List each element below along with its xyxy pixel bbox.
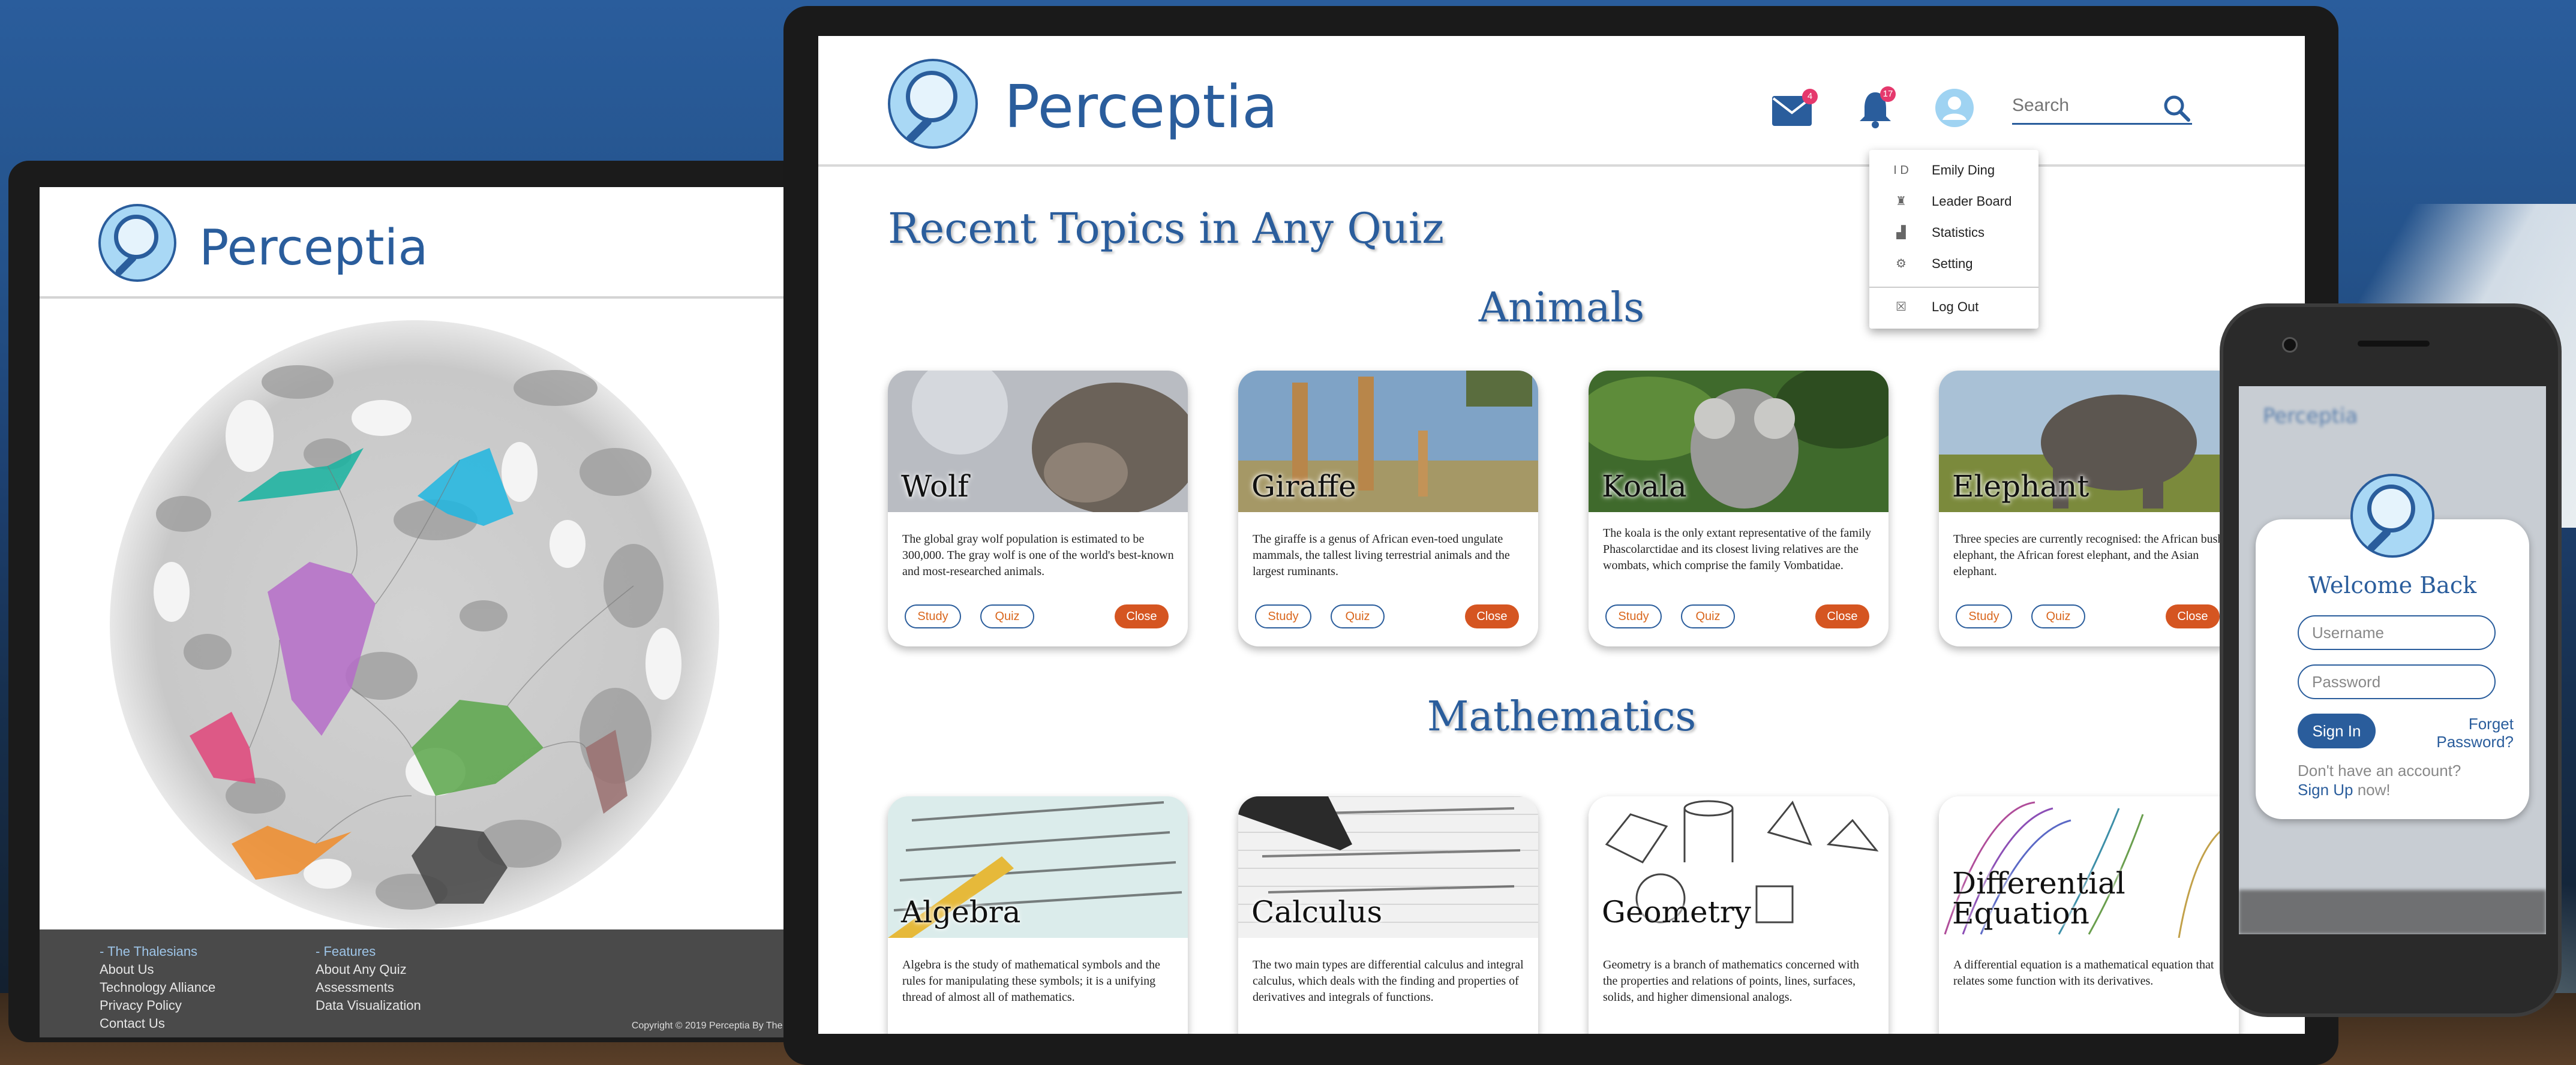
topic-card-title: Giraffe xyxy=(1251,469,1356,504)
forget-password-link[interactable]: Forget Password? xyxy=(2406,715,2514,751)
topic-card-geometry: Geometry Geometry is a branch of mathema… xyxy=(1589,796,1889,1034)
phone-screen: Perceptia Welcome Back Username Password… xyxy=(2239,386,2546,934)
topic-card-description: A differential equation is a mathematica… xyxy=(1953,958,2214,988)
topic-card-differential-equation: Differential Equation A differential equ… xyxy=(1939,796,2239,1034)
footer-link-about-us[interactable]: About Us xyxy=(100,961,215,979)
menu-item-label: Emily Ding xyxy=(1932,163,1995,178)
monitor-header: Perceptia 4 17 xyxy=(818,36,2305,167)
topic-card-wolf: Wolf The global gray wolf population is … xyxy=(888,371,1188,646)
topic-card-description: The koala is the only extant representat… xyxy=(1603,527,1872,572)
laptop-header: Perceptia xyxy=(40,187,837,299)
footer-link-technology-alliance[interactable]: Technology Alliance xyxy=(100,979,215,997)
close-button[interactable]: Close xyxy=(2166,604,2220,628)
topic-card-description: Geometry is a branch of mathematics conc… xyxy=(1603,958,1860,1004)
user-avatar-icon[interactable] xyxy=(1935,89,1974,127)
topic-card-title: Algebra xyxy=(901,895,1021,929)
laptop-screen: Perceptia - The Thalesians About Us Tech… xyxy=(40,187,837,1037)
topic-card-giraffe: Giraffe The giraffe is a genus of Africa… xyxy=(1238,371,1538,646)
phone-bg-footer xyxy=(2239,890,2546,934)
study-button[interactable]: Study xyxy=(905,604,961,628)
topic-card-calculus: Calculus The two main types are differen… xyxy=(1238,796,1538,1034)
id-icon: I D xyxy=(1893,164,1909,177)
study-button[interactable]: Study xyxy=(1956,604,2012,628)
footer-heading-thalesians: - The Thalesians xyxy=(100,944,198,959)
mail-badge: 4 xyxy=(1802,89,1818,104)
topic-card-title: Koala xyxy=(1602,469,1687,504)
close-button[interactable]: Close xyxy=(1115,604,1169,628)
menu-item-profile[interactable]: I D Emily Ding xyxy=(1869,156,2038,185)
footer-link-data-visualization[interactable]: Data Visualization xyxy=(316,997,421,1015)
footer-heading-features: - Features xyxy=(316,944,376,959)
monitor-screen: Perceptia 4 17 I D Emily Ding ♜ Leader B… xyxy=(818,36,2305,1034)
topic-card-title: Geometry xyxy=(1602,895,1751,929)
section-title-animals: Animals xyxy=(1478,284,1645,332)
close-button[interactable]: Close xyxy=(1815,604,1869,628)
no-account-text: Don't have an account? xyxy=(2298,762,2461,780)
quiz-button[interactable]: Quiz xyxy=(980,604,1034,628)
sign-up-line: Sign Up now! xyxy=(2298,781,2391,799)
topic-card-title: Elephant xyxy=(1952,469,2089,504)
perceptia-logo-icon[interactable] xyxy=(98,204,176,282)
search-input[interactable] xyxy=(2012,92,2156,119)
phone-camera xyxy=(2282,337,2298,353)
search-bar[interactable] xyxy=(2012,89,2192,125)
topic-card-description: Three species are currently recognised: … xyxy=(1953,532,2224,578)
topic-card-description: The two main types are differential calc… xyxy=(1253,958,1524,1004)
welcome-title: Welcome Back xyxy=(2308,572,2477,598)
section-title-mathematics: Mathematics xyxy=(1427,693,1697,741)
footer-link-about-any-quiz[interactable]: About Any Quiz xyxy=(316,961,421,979)
menu-item-statistics[interactable]: ▟ Statistics xyxy=(1869,218,2038,247)
footer-link-assessments[interactable]: Assessments xyxy=(316,979,421,997)
laptop-brand-name[interactable]: Perceptia xyxy=(199,219,428,276)
menu-item-label: Statistics xyxy=(1932,225,1985,240)
footer-col-thalesians: - The Thalesians About Us Technology All… xyxy=(100,943,215,1033)
bell-icon[interactable]: 17 xyxy=(1857,86,1896,128)
topic-card-title: Calculus xyxy=(1251,895,1383,929)
quiz-button[interactable]: Quiz xyxy=(2031,604,2085,628)
sign-up-link[interactable]: Sign Up xyxy=(2298,781,2353,799)
mail-icon[interactable]: 4 xyxy=(1772,89,1818,126)
password-input[interactable]: Password xyxy=(2298,664,2496,699)
topic-card-algebra: Algebra Algebra is the study of mathemat… xyxy=(888,796,1188,1034)
quiz-button[interactable]: Quiz xyxy=(1331,604,1385,628)
topic-card-description: The global gray wolf population is estim… xyxy=(902,532,1174,578)
perceptia-logo-icon[interactable] xyxy=(888,59,978,149)
footer-col-features: - Features About Any Quiz Assessments Da… xyxy=(316,943,421,1015)
close-button[interactable]: Close xyxy=(1465,604,1519,628)
footer-link-contact-us[interactable]: Contact Us xyxy=(100,1015,215,1033)
menu-item-label: Leader Board xyxy=(1932,194,2012,209)
topic-card-title: Wolf xyxy=(901,469,969,504)
username-input[interactable]: Username xyxy=(2298,615,2496,650)
sign-in-button[interactable]: Sign In xyxy=(2298,714,2376,748)
study-button[interactable]: Study xyxy=(1605,604,1662,628)
search-icon[interactable] xyxy=(2162,94,2191,122)
quiz-button[interactable]: Quiz xyxy=(1681,604,1735,628)
gear-icon: ⚙ xyxy=(1896,257,1907,270)
study-button[interactable]: Study xyxy=(1255,604,1311,628)
monitor-brand-name[interactable]: Perceptia xyxy=(1004,73,1278,142)
perceptia-logo-icon xyxy=(2350,474,2434,558)
statistics-icon: ▟ xyxy=(1896,226,1906,239)
page-title: Recent Topics in Any Quiz xyxy=(888,204,1445,253)
topic-card-elephant: Elephant Three species are currently rec… xyxy=(1939,371,2239,646)
topic-card-description: Algebra is the study of mathematical sym… xyxy=(902,958,1160,1004)
menu-item-setting[interactable]: ⚙ Setting xyxy=(1869,249,2038,278)
topic-card-title: Differential Equation xyxy=(1952,866,2125,931)
phone-speaker xyxy=(2358,341,2430,347)
topic-card-description: The giraffe is a genus of African even-t… xyxy=(1253,532,1510,578)
leader-board-icon: ♜ xyxy=(1896,195,1907,208)
sign-up-suffix: now! xyxy=(2353,781,2391,799)
bell-badge: 17 xyxy=(1880,86,1896,102)
topic-card-koala: Koala The koala is the only extant repre… xyxy=(1589,371,1889,646)
laptop-footer: - The Thalesians About Us Technology All… xyxy=(40,929,837,1037)
footer-link-privacy-policy[interactable]: Privacy Policy xyxy=(100,997,215,1015)
phone-bg-brand: Perceptia xyxy=(2263,404,2358,428)
menu-item-label: Setting xyxy=(1932,256,1973,271)
login-card: Welcome Back Username Password Sign In F… xyxy=(2256,474,2529,819)
menu-item-leader-board[interactable]: ♜ Leader Board xyxy=(1869,187,2038,216)
network-visualization xyxy=(110,320,719,929)
